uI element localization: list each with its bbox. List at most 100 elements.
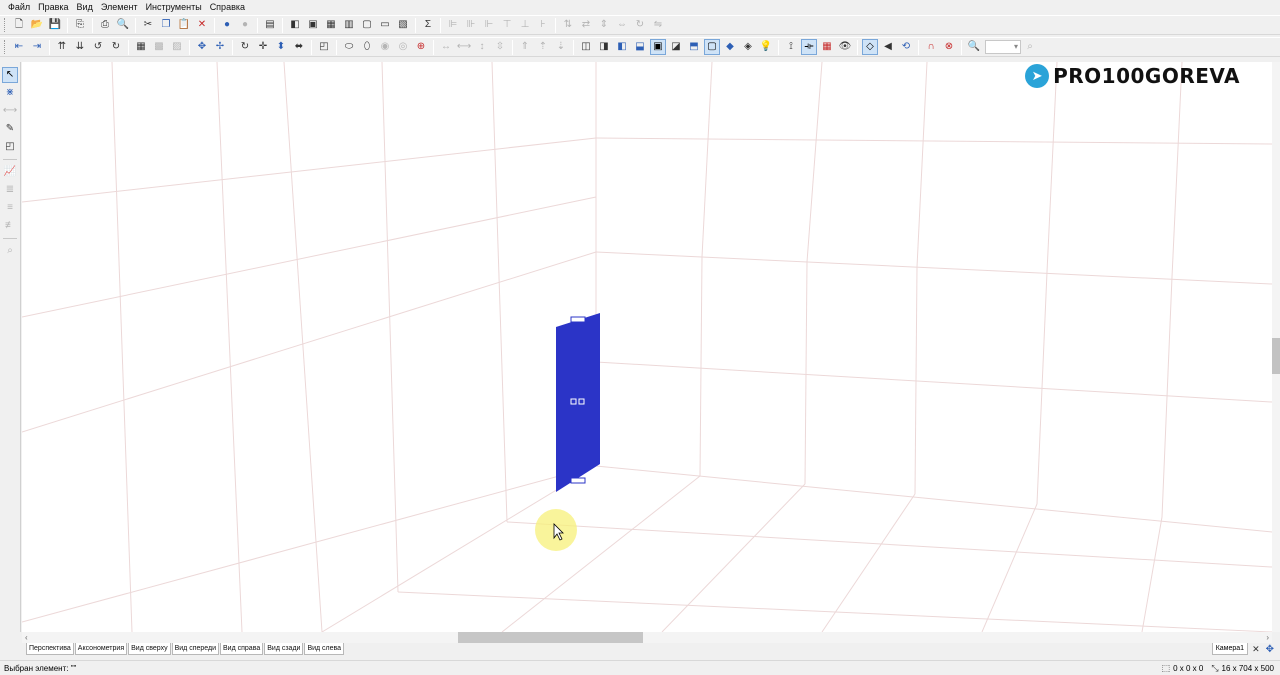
scroll-left-icon[interactable]: ‹ xyxy=(25,632,28,643)
reset-view-icon[interactable]: ⟲ xyxy=(898,39,914,55)
copy-icon[interactable]: ❐ xyxy=(158,17,174,33)
stretch-tool-icon[interactable]: ⬌ xyxy=(291,39,307,55)
toolbar-separator xyxy=(3,238,17,239)
light-icon[interactable]: 💡 xyxy=(758,39,774,55)
scroll-right-icon[interactable]: › xyxy=(1266,632,1269,643)
select-arrow-icon[interactable]: ↖ xyxy=(2,67,18,83)
textured-icon[interactable]: ◈ xyxy=(740,39,756,55)
shelf-icon[interactable]: ▭ xyxy=(377,17,393,33)
lift-icon[interactable]: ⇈ xyxy=(54,39,70,55)
view-top-icon[interactable]: ⬓ xyxy=(632,39,648,55)
size-readout: 16 x 704 x 500 xyxy=(1221,664,1274,673)
menu-item[interactable]: Файл xyxy=(4,0,34,15)
view-back-icon[interactable]: ◪ xyxy=(668,39,684,55)
new-file-icon[interactable]: 🗋 xyxy=(11,17,27,33)
export-icon[interactable]: ⎘ xyxy=(72,17,88,33)
shaded-icon[interactable]: ◆ xyxy=(722,39,738,55)
view-left-icon[interactable]: ◨ xyxy=(596,39,612,55)
menu-item[interactable]: Вид xyxy=(73,0,97,15)
edit-dim-icon: ⟷ xyxy=(2,105,18,116)
wire-icon[interactable]: ▢ xyxy=(704,39,720,55)
print-icon[interactable]: ⎙ xyxy=(97,17,113,33)
group-icon[interactable]: ▧ xyxy=(395,17,411,33)
view-right-icon[interactable]: ◧ xyxy=(614,39,630,55)
toolbar-separator xyxy=(573,39,574,55)
speaker-icon[interactable]: ◀ xyxy=(880,39,896,55)
properties-icon[interactable]: ▤ xyxy=(262,17,278,33)
menu-item[interactable]: Элемент xyxy=(97,0,142,15)
zoom-combo[interactable] xyxy=(985,40,1021,54)
horizontal-scroll-thumb[interactable] xyxy=(458,632,643,643)
measure-icon[interactable]: ⟟ xyxy=(783,39,799,55)
view-panel-icon[interactable]: ◧ xyxy=(287,17,303,33)
rotate-left-icon[interactable]: ↺ xyxy=(90,39,106,55)
pivot-icon[interactable]: ✥ xyxy=(194,39,210,55)
ellipse-icon[interactable]: ⬭ xyxy=(341,39,357,55)
view-tab[interactable]: Вид сзади xyxy=(264,643,304,655)
3d-viewport[interactable]: ➤ PRO100GOREVA xyxy=(22,62,1272,632)
menu-item[interactable]: Правка xyxy=(34,0,72,15)
menu-item[interactable]: Справка xyxy=(206,0,249,15)
delete-icon[interactable]: ✕ xyxy=(194,17,210,33)
view-tab[interactable]: Вид спереди xyxy=(171,643,220,655)
save-icon[interactable]: 💾 xyxy=(47,17,63,33)
door-icon[interactable]: ▢ xyxy=(359,17,375,33)
eye-icon[interactable]: 👁 xyxy=(837,39,853,55)
toolbar-separator xyxy=(189,39,190,55)
contour-icon[interactable]: ◰ xyxy=(316,39,332,55)
rotate-tool-icon[interactable]: ↻ xyxy=(237,39,253,55)
lower-icon[interactable]: ⇊ xyxy=(72,39,88,55)
render-icon[interactable]: ⊗ xyxy=(941,39,957,55)
magnet-icon[interactable]: ∩ xyxy=(923,39,939,55)
vertical-scrollbar[interactable] xyxy=(1272,62,1280,632)
dimensions-icon[interactable]: ⟛ xyxy=(801,39,817,55)
camera-tab[interactable]: Камера1 xyxy=(1211,643,1249,655)
cabinet-icon[interactable]: ▣ xyxy=(305,17,321,33)
view-front-icon[interactable]: ◫ xyxy=(578,39,594,55)
panel-icon[interactable]: ▥ xyxy=(341,17,357,33)
move-tool-icon[interactable]: ✛ xyxy=(255,39,271,55)
view-tab[interactable]: Вид сверху xyxy=(128,643,171,655)
size-icon: ⇕ xyxy=(599,19,609,30)
view-tab[interactable]: Аксонометрия xyxy=(74,643,128,655)
rotate-right-icon[interactable]: ↻ xyxy=(108,39,124,55)
pivot-point-icon[interactable]: ✢ xyxy=(212,39,228,55)
chart-icon[interactable]: 📈 xyxy=(2,164,18,180)
move-left-icon[interactable]: ⇤ xyxy=(11,39,27,55)
zoom-region-icon: ⌕ xyxy=(7,245,13,256)
sum-icon[interactable]: Σ xyxy=(420,17,436,33)
horizontal-scrollbar[interactable]: ‹ › xyxy=(22,632,1272,643)
ellipse2-icon[interactable]: ⬯ xyxy=(359,39,375,55)
align-left-icon: ⊫ xyxy=(448,19,458,30)
multi-select-icon[interactable]: ⋇ xyxy=(2,85,18,101)
grid-lines xyxy=(22,62,1272,632)
toolbar-grip[interactable] xyxy=(4,18,7,32)
view-tab[interactable]: Вид слева xyxy=(304,643,345,655)
grid-icon[interactable]: ▦ xyxy=(133,39,149,55)
edit-toolbar: ⇤ ⇥ ⇈ ⇊ ↺ ↻ ▦ ▩ ▨ ✥ ✢ ↻ ✛ ⬍ ⬌ ◰ ⬭ ⬯ ◉ ◎ ⊕ ↔ ⟷ ↕ ⇳ ⇑ ⇡ ⇣ ◫ ◨ ◧ ⬓ ▣ ◪ ⬒ ▢ ◆ ◈ 💡 ⟟… xyxy=(0,37,1280,57)
view-iso-icon[interactable]: ⬒ xyxy=(686,39,702,55)
cut-icon[interactable]: ✂ xyxy=(140,17,156,33)
open-folder-icon[interactable]: 📂 xyxy=(29,17,45,33)
target-icon[interactable]: ⊕ xyxy=(413,39,429,55)
print-preview-icon[interactable]: 🔍 xyxy=(115,17,131,33)
scale-tool-icon[interactable]: ⬍ xyxy=(273,39,289,55)
add-camera-icon[interactable]: ✥ xyxy=(1266,644,1274,655)
drawer-icon[interactable]: ▦ xyxy=(323,17,339,33)
toolbar-grip[interactable] xyxy=(4,40,7,54)
close-icon[interactable]: ✕ xyxy=(1252,644,1260,655)
align-center-icon: ⊪ xyxy=(466,19,476,30)
table-grid-icon[interactable]: ▦ xyxy=(819,39,835,55)
select-diamond-icon[interactable]: ◇ xyxy=(862,39,878,55)
layer2-icon: ≡ xyxy=(7,202,13,213)
view-box-icon[interactable]: ▣ xyxy=(650,39,666,55)
panel-element[interactable] xyxy=(556,313,600,492)
view-tab[interactable]: Перспектива xyxy=(26,643,74,655)
menu-item[interactable]: Инструменты xyxy=(142,0,206,15)
eyedropper-icon[interactable]: ✎ xyxy=(2,121,18,137)
globe-icon[interactable]: ● xyxy=(219,17,235,33)
vertical-scroll-thumb[interactable] xyxy=(1272,338,1280,374)
view-tab[interactable]: Вид справа xyxy=(220,643,264,655)
contour-edit-icon[interactable]: ◰ xyxy=(2,139,18,155)
move-right-icon[interactable]: ⇥ xyxy=(29,39,45,55)
